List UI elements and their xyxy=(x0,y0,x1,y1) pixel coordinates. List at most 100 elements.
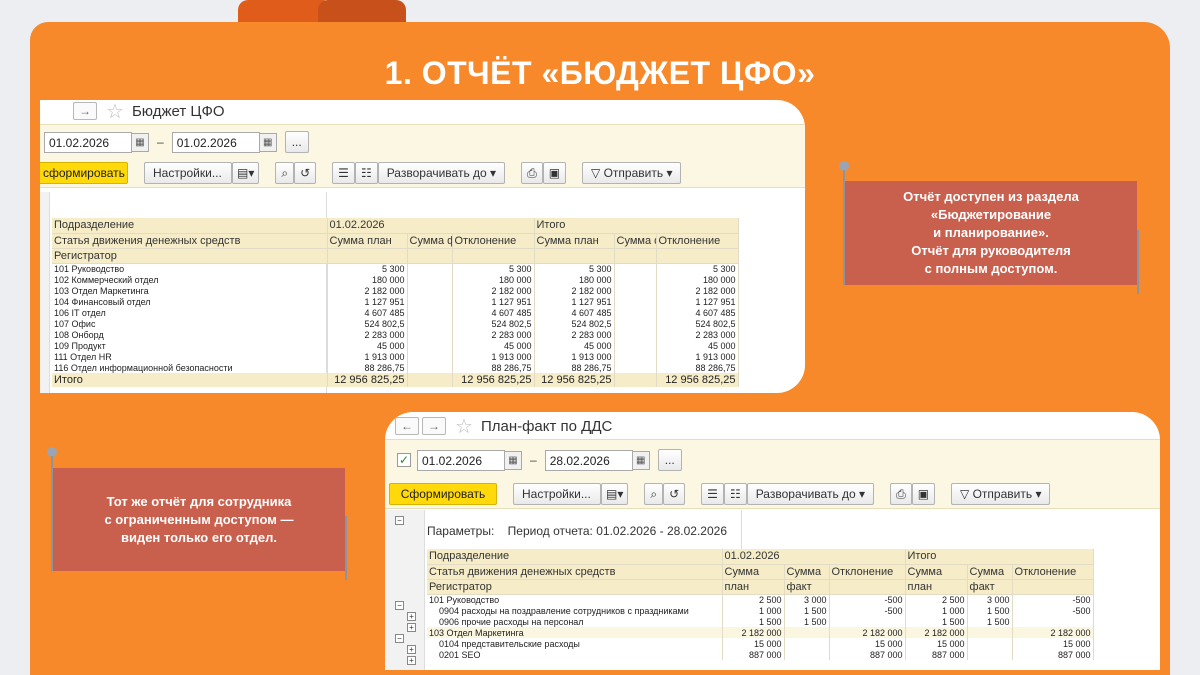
generate-button[interactable]: сформировать xyxy=(40,162,128,184)
settings-button[interactable]: Настройки... xyxy=(144,162,232,184)
row-value: 4 607 485 xyxy=(327,307,408,318)
header-cell: Отклонение xyxy=(1012,564,1094,580)
generate-button[interactable]: Сформировать xyxy=(389,483,497,505)
row-value: 1 913 000 xyxy=(534,351,615,362)
favorite-star-icon[interactable]: ☆ xyxy=(106,100,124,124)
header-cell: Регистратор xyxy=(52,248,328,264)
row-value: 2 283 000 xyxy=(534,329,615,340)
row-value: 2 283 000 xyxy=(656,329,739,340)
row-value: 524 802,5 xyxy=(656,318,739,329)
calendar-icon[interactable]: ▦ xyxy=(259,132,277,152)
row-value: 2 500 xyxy=(905,594,968,605)
table-header-row: Статья движения денежных средств Сумма пл… xyxy=(52,233,739,249)
row-value: 5 300 xyxy=(452,263,535,274)
row-value xyxy=(614,362,657,373)
plan-fact-table: Подразделение 01.02.2026 Итого Статья движе… xyxy=(427,549,1094,660)
back-arrow-icon[interactable]: ← xyxy=(395,417,419,435)
calendar-icon[interactable]: ▦ xyxy=(132,132,149,152)
date-to-field[interactable]: 01.02.2026 xyxy=(171,131,260,153)
group-expand-icon[interactable]: ☰ xyxy=(332,162,355,184)
row-value: 2 182 000 xyxy=(829,627,906,638)
row-value: 5 300 xyxy=(656,263,739,274)
preview-icon[interactable]: ▣ xyxy=(542,162,567,184)
row-value xyxy=(407,285,453,296)
send-button[interactable]: ▽ Отправить ▾ xyxy=(582,162,682,184)
print-icon[interactable]: ⎙ xyxy=(890,483,912,505)
expand-row-icon[interactable]: + xyxy=(407,612,416,621)
calendar-icon[interactable]: ▦ xyxy=(505,450,522,470)
total-value xyxy=(407,373,453,387)
header-total: Итого xyxy=(905,549,1094,565)
table-row: 0906 прочие расходы на персонал 1 500 1 50… xyxy=(427,616,1094,627)
variants-icon[interactable]: ▤▾ xyxy=(232,162,260,184)
callout-employee-access: Тот же отчёт для сотрудника с ограниченны… xyxy=(53,468,345,571)
expand-row-icon[interactable]: − xyxy=(395,601,404,610)
forward-arrow-icon[interactable]: → xyxy=(73,102,97,120)
search-cancel-icon[interactable]: ↺ xyxy=(294,162,317,184)
send-button[interactable]: ▽ Отправить ▾ xyxy=(951,483,1051,505)
row-value: 180 000 xyxy=(534,274,615,285)
table-row: 101 Руководство 2 500 3 000 -500 2 500 3 000-… xyxy=(427,594,1094,605)
table-row: 104 Финансовый отдел 1 127 951 1 127 951 1 … xyxy=(52,296,739,307)
row-label: 101 Руководство xyxy=(52,263,328,274)
row-value: 2 500 xyxy=(722,594,785,605)
favorite-star-icon[interactable]: ☆ xyxy=(455,414,473,439)
header-cell xyxy=(534,248,615,264)
total-value: 12 956 825,25 xyxy=(327,373,408,387)
period-select-button[interactable]: ... xyxy=(284,131,309,153)
expand-row-icon[interactable]: + xyxy=(407,645,416,654)
calendar-icon[interactable]: ▦ xyxy=(632,450,650,470)
collapse-group-icon[interactable]: − xyxy=(395,516,404,525)
period-select-button[interactable]: ... xyxy=(657,449,682,471)
variants-icon[interactable]: ▤▾ xyxy=(601,483,629,505)
group-collapse-icon[interactable]: ☷ xyxy=(723,483,747,505)
row-value: -500 xyxy=(829,594,906,605)
group-expand-icon[interactable]: ☰ xyxy=(701,483,724,505)
search-cancel-icon[interactable]: ↺ xyxy=(663,483,686,505)
search-icon[interactable]: ⌕ xyxy=(644,483,664,505)
row-value: 88 286,75 xyxy=(656,362,739,373)
table-total-row: Итого 12 956 825,25 12 956 825,25 12 956 82… xyxy=(52,373,739,387)
row-value: 524 802,5 xyxy=(452,318,535,329)
header-cell: Сумма xyxy=(905,564,968,580)
settings-button[interactable]: Настройки... xyxy=(513,483,601,505)
header-cell xyxy=(452,248,535,264)
total-value: 12 956 825,25 xyxy=(656,373,739,387)
row-value xyxy=(614,329,657,340)
header-cell: Сумма план xyxy=(534,233,615,249)
table-header-row: Регистратор план факт план факт xyxy=(427,579,1094,595)
row-value: 887 000 xyxy=(905,649,968,660)
row-value: 180 000 xyxy=(452,274,535,285)
date-from-field[interactable]: 01.02.2026 xyxy=(417,449,505,471)
group-collapse-icon[interactable]: ☷ xyxy=(354,162,378,184)
row-value xyxy=(784,627,830,638)
row-value: 180 000 xyxy=(656,274,739,285)
forward-arrow-icon[interactable]: → xyxy=(422,417,446,435)
date-to-field[interactable]: 28.02.2026 xyxy=(544,449,633,471)
row-value: 887 000 xyxy=(829,649,906,660)
row-value: 887 000 xyxy=(722,649,785,660)
row-value xyxy=(614,285,657,296)
table-header-row: Регистратор xyxy=(52,248,739,264)
callout-line: с ограниченным доступом — xyxy=(104,511,294,527)
row-value: 45 000 xyxy=(327,340,408,351)
period-checkbox[interactable]: ✓ xyxy=(397,453,411,467)
print-icon[interactable]: ⎙ xyxy=(521,162,543,184)
expand-row-icon[interactable]: + xyxy=(407,656,416,665)
expand-row-icon[interactable]: − xyxy=(395,634,404,643)
expand-to-dropdown[interactable]: Разворачивать до ▾ xyxy=(377,162,506,184)
date-from-field[interactable]: 01.02.2026 xyxy=(44,131,132,153)
header-dimension: Подразделение xyxy=(52,218,328,234)
row-value: 1 127 951 xyxy=(656,296,739,307)
expand-row-icon[interactable]: + xyxy=(407,623,416,632)
search-icon[interactable]: ⌕ xyxy=(275,162,295,184)
row-label: 108 Онборд xyxy=(52,329,328,340)
row-value xyxy=(614,318,657,329)
row-label: 111 Отдел HR xyxy=(52,351,328,362)
row-value: 180 000 xyxy=(327,274,408,285)
table-row: 111 Отдел HR 1 913 000 1 913 000 1 913 000 1… xyxy=(52,351,739,362)
row-label: 109 Продукт xyxy=(52,340,328,351)
expand-to-dropdown[interactable]: Разворачивать до ▾ xyxy=(746,483,875,505)
row-value xyxy=(407,307,453,318)
preview-icon[interactable]: ▣ xyxy=(911,483,936,505)
